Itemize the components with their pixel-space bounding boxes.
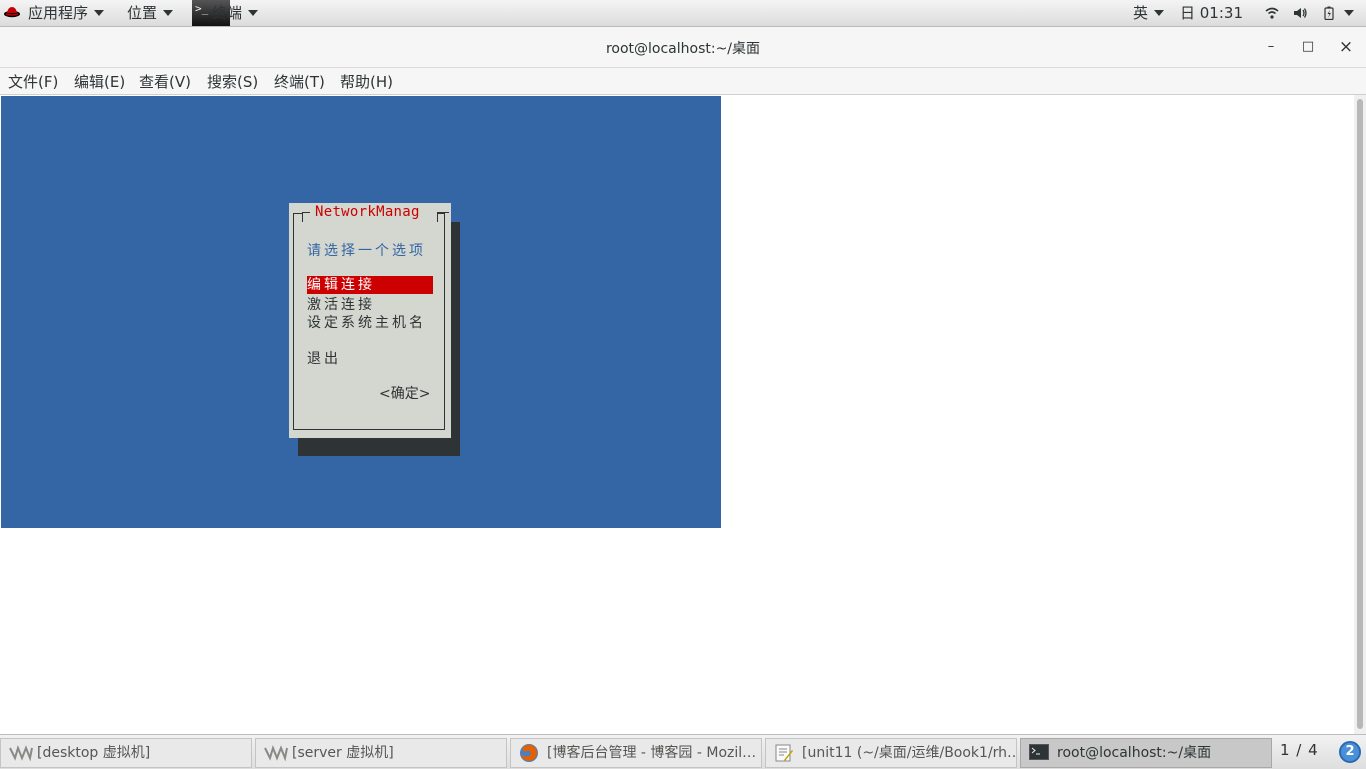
scrollbar-thumb[interactable] (1357, 99, 1363, 729)
clock[interactable]: 日 01:31 (1180, 0, 1243, 26)
menu-view[interactable]: 查看(V) (139, 71, 191, 92)
menu-help[interactable]: 帮助(H) (340, 71, 393, 92)
app-menu-label: 终端 (212, 4, 243, 22)
firefox-icon (520, 744, 538, 762)
menu-search[interactable]: 搜索(S) (207, 71, 258, 92)
task-label: [desktop 虚拟机] (37, 745, 151, 761)
task-label: root@localhost:~/桌面 (1057, 745, 1212, 761)
maximize-button[interactable]: □ (1299, 38, 1317, 56)
option-set-hostname[interactable]: 设定系统主机名 (307, 312, 426, 332)
ok-button[interactable]: <确定> (379, 383, 430, 403)
task-label: [博客后台管理 - 博客园 - Mozil… (547, 745, 757, 761)
task-firefox[interactable]: [博客后台管理 - 博客园 - Mozil… (510, 738, 762, 768)
places-label: 位置 (127, 4, 158, 22)
menu-file[interactable]: 文件(F) (8, 71, 58, 92)
notification-badge[interactable]: 2 (1339, 741, 1361, 763)
menu-edit[interactable]: 编辑(E) (74, 71, 125, 92)
minimize-button[interactable]: – (1262, 38, 1280, 56)
wifi-icon (1265, 7, 1279, 19)
task-gedit[interactable]: [unit11 (~/桌面/运维/Book1/rh… (765, 738, 1017, 768)
option-edit-connection[interactable]: 编辑连接 (307, 276, 433, 294)
terminal-menubar: 文件(F) 编辑(E) 查看(V) 搜索(S) 终端(T) 帮助(H) (0, 68, 1366, 95)
gedit-icon (775, 744, 793, 762)
task-label: [unit11 (~/桌面/运维/Book1/rh… (802, 745, 1017, 761)
dialog-prompt: 请选择一个选项 (307, 243, 426, 259)
menu-terminal[interactable]: 终端(T) (274, 71, 325, 92)
input-method-indicator[interactable]: 英 (1133, 0, 1165, 26)
dialog-title: NetworkManag (315, 204, 420, 220)
chevron-down-icon (1344, 10, 1354, 16)
window-list-taskbar: [desktop 虚拟机] [server 虚拟机] [博客后台管理 - 博客园… (0, 734, 1366, 769)
dialog-title-frame: NetworkManag (302, 204, 449, 222)
chevron-down-icon (94, 9, 105, 16)
applications-menu[interactable]: 应用程序 (4, 0, 105, 26)
chevron-down-icon (1154, 9, 1165, 16)
close-button[interactable]: × (1337, 38, 1355, 56)
volume-icon (1294, 8, 1307, 18)
window-titlebar[interactable]: root@localhost:~/桌面 – □ × (0, 27, 1366, 68)
virt-manager-icon (264, 745, 288, 761)
terminal-scrollbar[interactable] (1354, 95, 1366, 734)
task-server-vm[interactable]: [server 虚拟机] (255, 738, 507, 768)
gnome-top-bar: 应用程序 位置 >_ 终端 英 日 01:31 (0, 0, 1366, 27)
task-desktop-vm[interactable]: [desktop 虚拟机] (0, 738, 252, 768)
battery-icon (1324, 6, 1334, 20)
redhat-logo-icon (4, 7, 20, 18)
places-menu[interactable]: 位置 (127, 0, 174, 26)
workspace-indicator[interactable]: 1 / 4 (1280, 741, 1319, 759)
task-label: [server 虚拟机] (292, 745, 394, 761)
applications-label: 应用程序 (28, 4, 89, 22)
virt-manager-icon (9, 745, 33, 761)
nmtui-dialog: NetworkManag 请选择一个选项 编辑连接 激活连接 设定系统主机名 退… (289, 203, 451, 438)
terminal-icon (1029, 744, 1049, 760)
ime-label: 英 (1133, 4, 1149, 22)
window-title: root@localhost:~/桌面 (605, 41, 761, 57)
chevron-down-icon (248, 9, 259, 16)
option-quit[interactable]: 退出 (307, 348, 341, 368)
chevron-down-icon (163, 9, 174, 16)
option-activate-connection[interactable]: 激活连接 (307, 294, 375, 314)
task-terminal[interactable]: root@localhost:~/桌面 (1020, 738, 1272, 768)
